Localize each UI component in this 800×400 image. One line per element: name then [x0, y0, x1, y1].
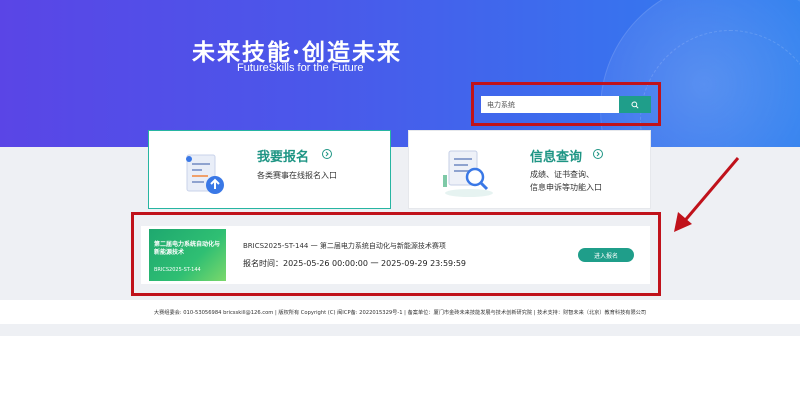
hero-banner: 未来技能·创造未来 FutureSkills for the Future [0, 0, 800, 147]
register-card-desc: 各类赛事在线报名入口 [257, 171, 337, 180]
info-query-card[interactable]: 信息查询 成绩、证书查询、 信息申诉等功能入口 [408, 130, 651, 209]
info-card-title: 信息查询 [530, 150, 583, 165]
enter-registration-button[interactable]: 进入报名 [578, 248, 634, 262]
bottom-area [0, 336, 800, 400]
search-input-value: 电力系统 [487, 100, 515, 109]
registration-time: 报名时间：2025-05-26 00:00:00 一 2025-09-29 23… [243, 259, 467, 268]
search-button[interactable] [619, 96, 651, 113]
thumbnail-code: BRICS2025-ST-144 [154, 267, 201, 273]
chevron-right-icon [593, 149, 603, 159]
registration-form-icon [186, 154, 224, 194]
competition-thumbnail[interactable]: 第二届电力系统自动化与新能源技术 BRICS2025-ST-144 [149, 229, 226, 281]
hero-subtitle: FutureSkills for the Future [237, 62, 364, 74]
thumbnail-title: 第二届电力系统自动化与新能源技术 [154, 241, 221, 256]
footer: 大赛组委会: 010-53056984 bricsskill@126.com |… [0, 300, 800, 324]
bottom-divider [0, 324, 800, 336]
info-card-desc-line2: 信息申诉等功能入口 [530, 183, 602, 192]
search-input[interactable]: 电力系统 [481, 96, 620, 113]
footer-text: 大赛组委会: 010-53056984 bricsskill@126.com |… [153, 309, 647, 316]
document-search-icon [443, 150, 493, 197]
info-card-desc-line1: 成绩、证书查询、 [530, 170, 594, 179]
register-card[interactable]: 我要报名 各类赛事在线报名入口 [148, 130, 391, 209]
search-icon [631, 100, 639, 109]
chevron-right-icon [322, 149, 332, 159]
register-card-title: 我要报名 [257, 150, 310, 165]
annotation-arrow [674, 157, 740, 232]
competition-name[interactable]: BRICS2025-ST-144 一 第二届电力系统自动化与新能源技术赛项 [243, 241, 446, 251]
